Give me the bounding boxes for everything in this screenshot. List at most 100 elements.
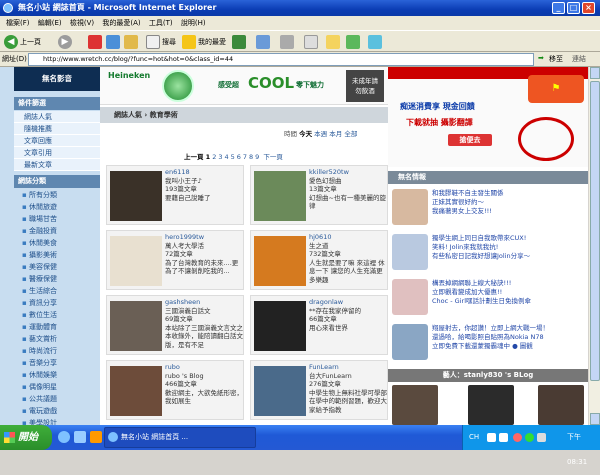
promo-link[interactable]: 獨學生網上同日自我歌帶來CUX! (432, 234, 588, 243)
category-item[interactable]: ▪ 數位生活 (18, 309, 100, 321)
category-item[interactable]: ▪ 休閒美食 (18, 237, 100, 249)
page-link[interactable]: 8 (249, 153, 253, 161)
blog-title[interactable]: 三國演義白話文 (165, 307, 243, 316)
tray-icon-2[interactable] (499, 433, 508, 442)
menu-favorites[interactable]: 我的最愛(A) (102, 19, 140, 27)
page-link[interactable]: 2 (212, 153, 216, 161)
research-button[interactable] (368, 34, 384, 50)
promo-item[interactable]: 翔屋射去，你超讚！立即上網大戰一場！ 還過哈，給喝影照自貼照為Nokia N78 立… (392, 322, 588, 364)
start-button[interactable]: 開始 (0, 425, 52, 450)
filter-item[interactable]: 最新文章 (14, 159, 100, 171)
blog-thumbnail[interactable] (110, 366, 162, 416)
forward-button[interactable]: ▶ (58, 34, 74, 50)
promo-item[interactable]: 和我膠鞋不自主發生關係 正妹其實很好約～ 我痛著男女上交友!!! (392, 187, 588, 229)
tray-icon-3[interactable] (513, 433, 522, 442)
menu-file[interactable]: 檔案(F) (6, 19, 30, 27)
blog-user[interactable]: kkiller520tw (309, 168, 387, 177)
ad-go-button[interactable]: 搶便去 (448, 134, 492, 146)
blog-card[interactable]: dragonlaw **存在我家停留的 66篇文章 用心來看世界 (250, 295, 388, 355)
address-input[interactable]: http://www.wretch.cc/blog/?func=hot&hot=… (28, 53, 534, 66)
blog-user[interactable]: en6118 (165, 168, 243, 177)
promo-thumbnail[interactable] (392, 324, 428, 360)
page-link[interactable]: 7 (243, 153, 247, 161)
promo-link[interactable]: 翔屋射去，你超讚！立即上網大戰一場！ (432, 324, 588, 333)
category-item[interactable]: ▪ 資訊分享 (18, 297, 100, 309)
filter-item[interactable]: 文章回應 (14, 135, 100, 147)
blog-thumbnail[interactable] (110, 236, 162, 286)
favorites-button[interactable]: 我的最愛 (182, 34, 226, 50)
promo-thumbnail[interactable] (392, 189, 428, 225)
refresh-button[interactable] (106, 34, 122, 50)
mail-button[interactable] (256, 34, 272, 50)
discuss-button[interactable] (326, 34, 342, 50)
time-week[interactable]: 本週 (314, 130, 327, 138)
blog-thumbnail[interactable] (254, 171, 306, 221)
blog-thumbnail[interactable] (254, 236, 306, 286)
quicklaunch-ie-icon[interactable] (58, 431, 70, 443)
blog-user[interactable]: dragonlaw (309, 298, 387, 307)
category-item[interactable]: ▪ 休閒旅遊 (18, 201, 100, 213)
blog-card[interactable]: rubo rubo 's Blog 466篇文章 歡迎網主，大欲免紙形密，我如展生 (106, 360, 244, 420)
minimize-button[interactable]: _ (552, 2, 565, 14)
tray-icon-1[interactable] (487, 433, 496, 442)
category-item[interactable]: ▪ 公共議題 (18, 393, 100, 405)
category-item[interactable]: ▪ 職場甘苦 (18, 213, 100, 225)
filter-item[interactable]: 文章引用 (14, 147, 100, 159)
blog-title[interactable]: 台大FunLearn (309, 372, 387, 381)
page-link[interactable]: 9 (255, 153, 259, 161)
blog-user[interactable]: hero1999tw (165, 233, 243, 242)
scroll-down-button[interactable] (590, 413, 600, 425)
back-button[interactable]: ◀ 上一頁 (4, 34, 41, 50)
menu-view[interactable]: 檢視(V) (70, 19, 94, 27)
taskbar-window-button[interactable]: 無名小站 網誌首頁 ... (104, 427, 256, 448)
blog-card[interactable]: gashsheen 三國演義白話文 69篇文章 本站除了三國演義文言文之本收錄外，能陪… (106, 295, 244, 355)
category-item[interactable]: ▪ 電玩遊戲 (18, 405, 100, 417)
promo-thumbnail[interactable] (392, 279, 428, 315)
blog-user[interactable]: hj0610 (309, 233, 387, 242)
category-item[interactable]: ▪ 偶像明星 (18, 381, 100, 393)
time-today[interactable]: 今天 (299, 130, 312, 138)
maximize-button[interactable]: □ (567, 2, 580, 14)
page-link[interactable]: 6 (237, 153, 241, 161)
menu-edit[interactable]: 編輯(E) (38, 19, 62, 27)
quicklaunch-desktop-icon[interactable] (74, 431, 86, 443)
category-item[interactable]: ▪ 藝文賞析 (18, 333, 100, 345)
artist-photo-1[interactable] (392, 385, 438, 425)
blog-card[interactable]: kkiller520tw 愛色幻想曲 13篇文章 幻想曲~也有一種美麗的旋律 (250, 165, 388, 225)
page-prev[interactable]: 上一頁 (184, 153, 204, 161)
blog-card[interactable]: en6118 我叫小王子♪ 193篇文章 要藉自己說睡了 (106, 165, 244, 225)
blog-card[interactable]: hj0610 生之道 732篇文章 人生就是要了嘛 來這裡 休息一下 讓您的人生充滿更… (250, 230, 388, 290)
blog-title[interactable]: 萬人考大學活 (165, 242, 243, 251)
search-button[interactable]: 搜尋 (146, 34, 176, 50)
vertical-scrollbar[interactable] (588, 67, 600, 425)
blog-card[interactable]: hero1999tw 萬人考大學活 72篇文章 為了台灣教育的未來....更為了不讓剝… (106, 230, 244, 290)
category-item[interactable]: ▪ 時尚流行 (18, 345, 100, 357)
blog-user[interactable]: rubo (165, 363, 243, 372)
category-item[interactable]: ▪ 運動體育 (18, 321, 100, 333)
page-1[interactable]: 1 (206, 153, 211, 161)
promo-thumbnail[interactable] (392, 234, 428, 270)
category-item[interactable]: ▪ 攝影美術 (18, 249, 100, 261)
promo-link[interactable]: 構丟掉網網聯上線大秘訣!!! (432, 279, 588, 288)
category-item[interactable]: ▪ 醫療保健 (18, 273, 100, 285)
artist-photo-2[interactable] (468, 385, 514, 425)
print-button[interactable] (280, 34, 296, 50)
tray-icon-4[interactable] (525, 433, 534, 442)
promo-link[interactable]: 和我膠鞋不自主發生關係 (432, 189, 588, 198)
promo-item[interactable]: 獨學生網上同日自我歌帶來CUX! 笑料! Jolin來我就我抗! 有些私密日記我好想… (392, 232, 588, 274)
edit-button[interactable] (304, 34, 320, 50)
promo-link[interactable]: 立即免費下載還蒙獨霸魂中 ● 圖觀 (432, 342, 588, 351)
promo-link[interactable]: 還過哈，給喝影照自貼照為Nokia N78 (432, 333, 588, 342)
filter-item[interactable]: 隨機推薦 (14, 123, 100, 135)
messenger-button[interactable] (346, 34, 362, 50)
promo-link[interactable]: 笑料! Jolin來我就我抗! (432, 243, 588, 252)
category-item[interactable]: ▪ 美容保健 (18, 261, 100, 273)
blog-title[interactable]: 我叫小王子♪ (165, 177, 243, 186)
language-indicator[interactable]: CH (469, 425, 479, 450)
blog-title[interactable]: 生之道 (309, 242, 387, 251)
media-button[interactable] (232, 34, 248, 50)
blog-title[interactable]: **存在我家停留的 (309, 307, 387, 316)
scroll-thumb[interactable] (590, 81, 600, 381)
promo-item[interactable]: 構丟掉網網聯上線大秘訣!!! 立即觀看變成加大優惠!! Choc - Girl嘿話計… (392, 277, 588, 319)
page-link[interactable]: 3 (218, 153, 222, 161)
